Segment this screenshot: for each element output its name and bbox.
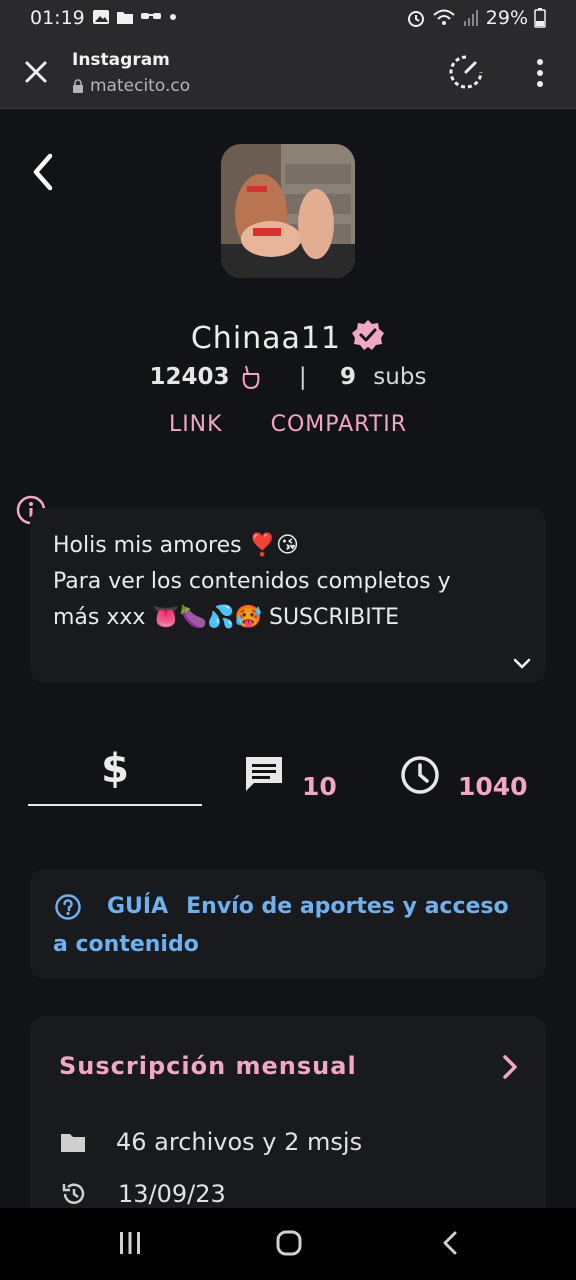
- chevron-right-icon[interactable]: [502, 1054, 518, 1080]
- profile-name-row: Chinaa11: [0, 318, 576, 356]
- nav-back-icon[interactable]: [440, 1230, 460, 1256]
- folder-icon: [61, 1134, 85, 1152]
- guide-label: GUÍA: [107, 894, 169, 919]
- wifi-icon: [433, 9, 455, 25]
- dot-icon: [170, 14, 176, 20]
- subscription-title: Suscripción mensual: [59, 1052, 357, 1080]
- message-icon: [246, 756, 282, 791]
- verified-icon: [352, 320, 385, 350]
- recent-apps-icon[interactable]: [118, 1230, 142, 1256]
- mates-count: 12403: [149, 364, 230, 390]
- bio-line: Para ver los contenidos completos y: [53, 569, 451, 594]
- subscription-files: 46 archivos y 2 msjs: [116, 1128, 363, 1156]
- clock-icon: [401, 755, 439, 794]
- browser-toolbar: Instagram matecito.co: [0, 38, 576, 109]
- subscription-date-row: 13/09/23: [60, 1180, 226, 1208]
- share-button[interactable]: COMPARTIR: [271, 412, 407, 437]
- bio-text: Holis mis amores ❣️😘 Para ver los conten…: [53, 528, 506, 652]
- system-navbar: [0, 1208, 576, 1280]
- avatar: [221, 144, 355, 278]
- bio-line: Holis mis amores ❣️😘: [53, 533, 299, 558]
- glasses-icon: [141, 13, 161, 19]
- alarm-icon: [407, 11, 424, 27]
- home-icon[interactable]: [276, 1230, 302, 1256]
- profile-stats: 12403 | 9 subs: [0, 364, 576, 390]
- subs-count: 9: [339, 364, 356, 390]
- browser-url[interactable]: matecito.co: [72, 76, 190, 96]
- image-icon: [93, 10, 109, 24]
- subscription-date: 13/09/23: [118, 1180, 226, 1208]
- status-bar: 01:19 29%: [0, 0, 576, 38]
- time-count: 1040: [458, 772, 528, 801]
- tab-payments[interactable]: $: [28, 740, 202, 806]
- stats-separator: |: [298, 364, 307, 390]
- bio-card: Holis mis amores ❣️😘 Para ver los conten…: [30, 508, 546, 683]
- status-time: 01:19: [30, 7, 85, 29]
- history-icon: [62, 1183, 85, 1204]
- chevron-down-icon[interactable]: [512, 657, 532, 671]
- tab-messages[interactable]: 10: [242, 748, 337, 801]
- status-right: 29%: [406, 7, 546, 29]
- subscription-files-row: 46 archivos y 2 msjs: [60, 1128, 362, 1156]
- mate-icon: [242, 365, 259, 390]
- bio-line: más xxx 👅🍆💦🥵 SUSCRIBITE: [53, 605, 400, 630]
- content-tabs: $ 10 1040: [28, 740, 548, 810]
- speed-icon[interactable]: [448, 54, 484, 90]
- close-icon[interactable]: [22, 58, 50, 86]
- profile-actions: LINK COMPARTIR: [0, 412, 576, 437]
- dollar-icon: $: [101, 746, 129, 792]
- folder-status-icon: [117, 12, 133, 24]
- tab-history[interactable]: 1040: [398, 748, 528, 801]
- battery-percent: 29%: [485, 7, 528, 29]
- battery-icon: [534, 8, 546, 28]
- messages-count: 10: [302, 772, 337, 801]
- link-button[interactable]: LINK: [169, 412, 223, 437]
- menu-icon[interactable]: [530, 56, 550, 90]
- url-text: matecito.co: [90, 76, 191, 96]
- lock-icon: [73, 79, 83, 93]
- back-icon[interactable]: [28, 152, 60, 192]
- browser-title: Instagram: [72, 50, 170, 70]
- notification-icons: [92, 9, 178, 25]
- subs-label: subs: [373, 364, 427, 390]
- signal-icon: [463, 10, 478, 26]
- guide-text: GUÍA Envío de aportes y acceso a contenid…: [53, 888, 526, 964]
- profile-name: Chinaa11: [190, 321, 342, 356]
- guide-card[interactable]: GUÍA Envío de aportes y acceso a contenid…: [30, 870, 546, 978]
